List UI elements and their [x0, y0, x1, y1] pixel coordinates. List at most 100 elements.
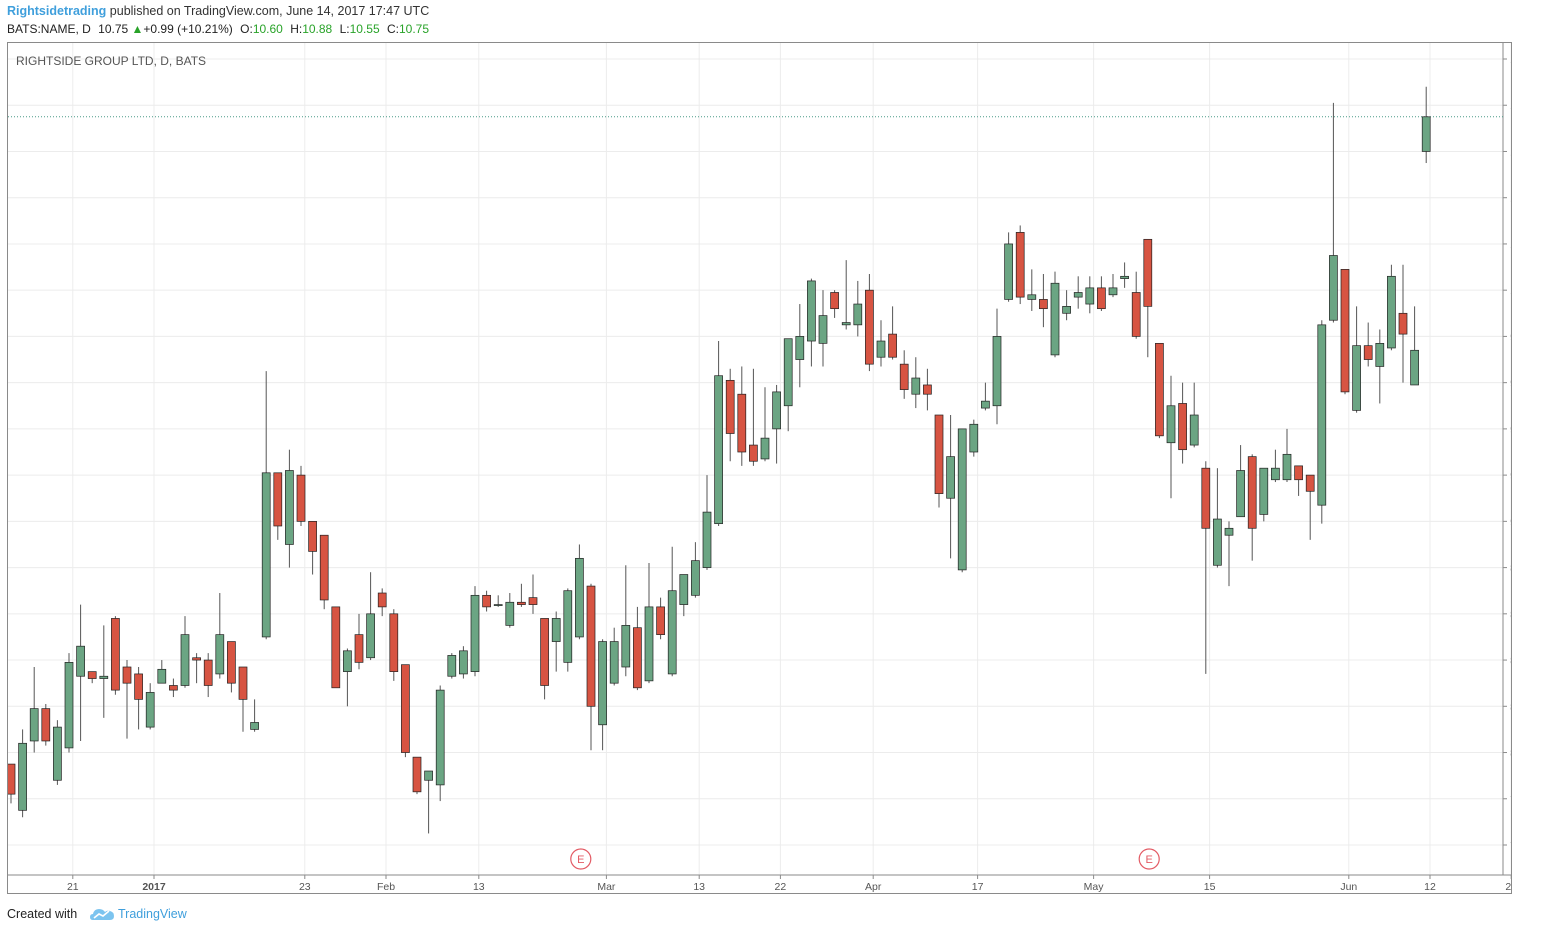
candle-down[interactable]: [633, 627, 642, 689]
candle-down[interactable]: [1294, 465, 1303, 481]
candle-up[interactable]: [76, 645, 85, 677]
author-link[interactable]: Rightsidetrading: [7, 4, 106, 18]
candle-up[interactable]: [1329, 255, 1338, 321]
candle-down[interactable]: [737, 393, 747, 453]
candle-up[interactable]: [1062, 306, 1071, 314]
candle-up[interactable]: [1410, 349, 1419, 386]
candle-down[interactable]: [8, 763, 16, 795]
candle-up[interactable]: [1004, 243, 1013, 300]
candle-down[interactable]: [899, 363, 909, 390]
candle-down[interactable]: [923, 384, 932, 395]
candle-up[interactable]: [1027, 294, 1037, 300]
candle-down[interactable]: [1363, 345, 1373, 360]
candle-down[interactable]: [227, 641, 236, 684]
candle-up[interactable]: [992, 336, 1002, 407]
candle-up[interactable]: [343, 650, 352, 672]
candle-up[interactable]: [807, 280, 816, 342]
candle-up[interactable]: [1271, 467, 1280, 481]
candle-down[interactable]: [192, 657, 201, 661]
candle-up[interactable]: [841, 322, 851, 326]
candle-down[interactable]: [401, 664, 410, 753]
candle-up[interactable]: [795, 336, 805, 360]
candle-up[interactable]: [1224, 527, 1234, 536]
candle-down[interactable]: [1201, 467, 1211, 529]
candle-up[interactable]: [679, 574, 689, 605]
candle-up[interactable]: [1421, 116, 1431, 152]
candle-down[interactable]: [41, 708, 51, 742]
candle-down[interactable]: [319, 534, 329, 601]
candle-up[interactable]: [99, 675, 109, 679]
candle-up[interactable]: [981, 400, 990, 409]
candlestick-chart[interactable]: 7.607.808.008.208.408.608.809.009.209.40…: [8, 43, 1511, 893]
candle-up[interactable]: [1189, 414, 1199, 446]
candle-down[interactable]: [412, 756, 422, 793]
candle-down[interactable]: [1305, 474, 1315, 492]
candle-down[interactable]: [273, 472, 283, 527]
candle-up[interactable]: [1085, 287, 1095, 305]
candle-up[interactable]: [772, 391, 781, 430]
candle-down[interactable]: [203, 659, 213, 686]
candle-up[interactable]: [1108, 287, 1118, 296]
candle-down[interactable]: [1143, 238, 1153, 307]
candle-down[interactable]: [482, 594, 491, 608]
candle-up[interactable]: [53, 726, 62, 781]
candle-up[interactable]: [644, 606, 654, 682]
candle-up[interactable]: [1236, 470, 1245, 518]
candle-down[interactable]: [888, 333, 897, 358]
candle-up[interactable]: [946, 456, 955, 499]
candle-down[interactable]: [87, 671, 97, 679]
candle-up[interactable]: [1387, 275, 1396, 349]
candle-down[interactable]: [517, 601, 526, 605]
candle-down[interactable]: [331, 606, 341, 689]
candle-down[interactable]: [111, 618, 120, 691]
candle-up[interactable]: [285, 470, 294, 545]
candle-up[interactable]: [250, 722, 259, 730]
candle-up[interactable]: [876, 340, 886, 358]
candle-up[interactable]: [18, 742, 27, 811]
candle-up[interactable]: [575, 557, 584, 638]
candle-up[interactable]: [180, 634, 190, 686]
candle-up[interactable]: [1282, 453, 1292, 481]
candle-up[interactable]: [1120, 275, 1129, 279]
candle-up[interactable]: [563, 590, 573, 663]
candle-down[interactable]: [934, 414, 944, 494]
candle-down[interactable]: [540, 618, 549, 686]
candle-up[interactable]: [702, 511, 712, 568]
candle-up[interactable]: [911, 377, 921, 395]
candle-down[interactable]: [389, 613, 399, 672]
candle-down[interactable]: [1155, 342, 1164, 437]
tradingview-logo-icon[interactable]: [89, 906, 115, 922]
candle-down[interactable]: [238, 666, 248, 700]
candle-up[interactable]: [470, 594, 480, 672]
candle-up[interactable]: [969, 423, 979, 453]
candle-up[interactable]: [1259, 467, 1269, 515]
candle-up[interactable]: [1375, 342, 1385, 367]
candle-up[interactable]: [366, 613, 375, 659]
candle-down[interactable]: [586, 585, 596, 707]
candle-up[interactable]: [145, 692, 155, 728]
candle-down[interactable]: [308, 521, 317, 552]
candle-down[interactable]: [1131, 292, 1141, 337]
candle-down[interactable]: [1097, 287, 1106, 310]
candle-down[interactable]: [830, 292, 839, 310]
candle-up[interactable]: [1213, 518, 1222, 566]
candle-down[interactable]: [528, 597, 538, 605]
candle-down[interactable]: [1247, 456, 1257, 529]
candle-up[interactable]: [424, 770, 433, 781]
candle-up[interactable]: [1166, 405, 1176, 444]
candle-up[interactable]: [1317, 324, 1327, 506]
candle-down[interactable]: [1398, 312, 1408, 335]
candle-up[interactable]: [1050, 282, 1060, 356]
candle-up[interactable]: [435, 689, 445, 786]
candle-down[interactable]: [865, 289, 874, 365]
candle-down[interactable]: [122, 666, 132, 684]
candle-up[interactable]: [714, 375, 723, 525]
candle-up[interactable]: [691, 560, 700, 596]
tradingview-link[interactable]: TradingView: [118, 907, 187, 921]
chart-frame[interactable]: 7.607.808.008.208.408.608.809.009.209.40…: [7, 42, 1512, 894]
candle-up[interactable]: [1073, 292, 1083, 298]
candle-down[interactable]: [354, 634, 364, 663]
candle-up[interactable]: [64, 662, 74, 749]
candle-down[interactable]: [1015, 232, 1025, 298]
candle-up[interactable]: [621, 625, 631, 668]
